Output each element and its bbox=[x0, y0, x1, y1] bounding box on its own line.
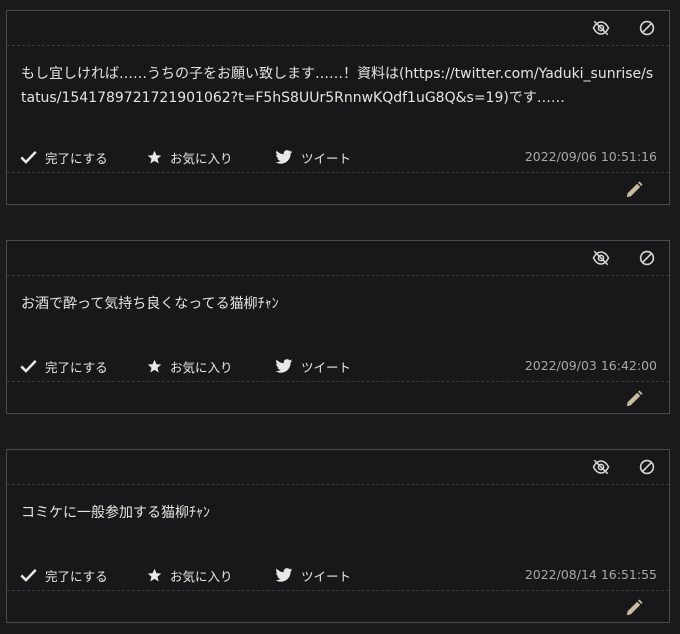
favorite-button[interactable]: お気に入り bbox=[147, 560, 233, 590]
block-icon[interactable] bbox=[637, 457, 657, 477]
pencil-icon[interactable] bbox=[623, 388, 645, 410]
request-card: もし宜しければ……うちの子をお願い致します……！資料は(https://twit… bbox=[6, 10, 670, 205]
mark-done-button[interactable]: 完了にする bbox=[20, 560, 108, 590]
post-timestamp: 2022/09/06 10:51:16 bbox=[524, 149, 657, 164]
favorite-label: お気に入り bbox=[170, 150, 233, 166]
request-card: コミケに一般参加する猫柳ﾁｬﾝ 完了にする お気に入り ツイート 2022/08… bbox=[6, 449, 670, 623]
mark-done-label: 完了にする bbox=[45, 150, 108, 166]
favorite-button[interactable]: お気に入り bbox=[147, 142, 233, 172]
post-text: もし宜しければ……うちの子をお願い致します……！資料は(https://twit… bbox=[21, 66, 654, 106]
check-icon bbox=[20, 151, 37, 164]
block-icon[interactable] bbox=[637, 248, 657, 268]
card-header bbox=[7, 241, 669, 276]
block-icon[interactable] bbox=[637, 18, 657, 38]
tweet-button[interactable]: ツイート bbox=[275, 560, 351, 590]
mark-done-label: 完了にする bbox=[45, 568, 108, 584]
tweet-label: ツイート bbox=[301, 568, 352, 584]
mark-done-button[interactable]: 完了にする bbox=[20, 142, 108, 172]
mark-done-label: 完了にする bbox=[45, 359, 108, 375]
star-icon bbox=[147, 150, 162, 163]
card-header bbox=[7, 11, 669, 46]
tweet-label: ツイート bbox=[301, 359, 352, 375]
post-text: コミケに一般参加する猫柳ﾁｬﾝ bbox=[21, 505, 210, 521]
pencil-icon[interactable] bbox=[623, 179, 645, 201]
tweet-button[interactable]: ツイート bbox=[275, 351, 351, 381]
star-icon bbox=[147, 568, 162, 581]
card-header bbox=[7, 450, 669, 485]
eye-slash-icon[interactable] bbox=[591, 18, 611, 38]
post-text: お酒で酔って気持ち良くなってる猫柳ﾁｬﾝ bbox=[21, 296, 279, 312]
post-timestamp: 2022/09/03 16:42:00 bbox=[524, 358, 657, 373]
card-actions: 完了にする お気に入り ツイート 2022/09/03 16:42:00 bbox=[7, 351, 669, 382]
favorite-label: お気に入り bbox=[170, 568, 233, 584]
eye-slash-icon[interactable] bbox=[591, 248, 611, 268]
mark-done-button[interactable]: 完了にする bbox=[20, 351, 108, 381]
tweet-label: ツイート bbox=[301, 150, 352, 166]
card-actions: 完了にする お気に入り ツイート 2022/08/14 16:51:55 bbox=[7, 560, 669, 591]
pencil-icon[interactable] bbox=[623, 597, 645, 619]
eye-slash-icon[interactable] bbox=[591, 457, 611, 477]
favorite-button[interactable]: お気に入り bbox=[147, 351, 233, 381]
post-timestamp: 2022/08/14 16:51:55 bbox=[524, 567, 657, 582]
twitter-bird-icon bbox=[275, 149, 293, 164]
star-icon bbox=[147, 359, 162, 372]
card-actions: 完了にする お気に入り ツイート 2022/09/06 10:51:16 bbox=[7, 142, 669, 173]
tweet-button[interactable]: ツイート bbox=[275, 142, 351, 172]
check-icon bbox=[20, 569, 37, 582]
favorite-label: お気に入り bbox=[170, 359, 233, 375]
request-card: お酒で酔って気持ち良くなってる猫柳ﾁｬﾝ 完了にする お気に入り ツイート 20… bbox=[6, 240, 670, 414]
request-feed: もし宜しければ……うちの子をお願い致します……！資料は(https://twit… bbox=[0, 0, 680, 634]
twitter-bird-icon bbox=[275, 358, 293, 373]
check-icon bbox=[20, 360, 37, 373]
twitter-bird-icon bbox=[275, 567, 293, 582]
